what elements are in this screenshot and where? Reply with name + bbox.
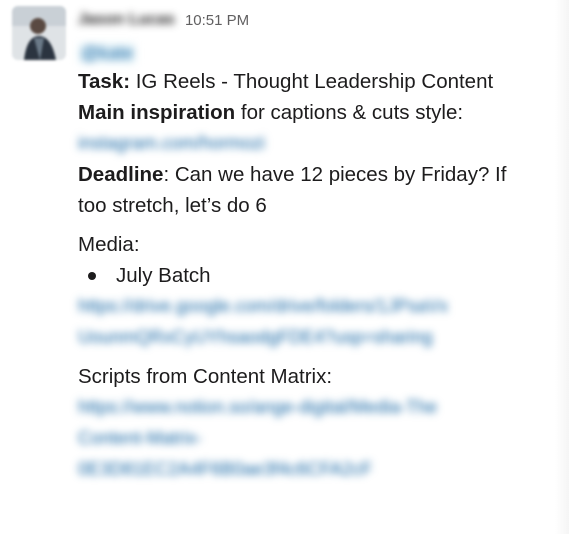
- scripts-link[interactable]: https://www.notion.so/ange-digital/Media…: [78, 392, 558, 423]
- deadline-line-2: too stretch, let’s do 6: [78, 194, 267, 217]
- media-label: Media:: [78, 233, 140, 256]
- mention-row: @kate: [78, 40, 558, 66]
- sender-name[interactable]: Jason Lucas: [78, 11, 175, 29]
- message-content: Jason Lucas 10:51 PM @kate Task: IG Reel…: [78, 8, 558, 485]
- scripts-label: Scripts from Content Matrix:: [78, 365, 333, 388]
- message-header: Jason Lucas 10:51 PM: [78, 8, 558, 32]
- inspiration-link[interactable]: instagram.com/hormozi: [78, 128, 558, 159]
- task-label: Task:: [78, 70, 131, 93]
- inspiration-value: for captions & cuts style:: [240, 101, 464, 124]
- timestamp[interactable]: 10:51 PM: [185, 12, 249, 29]
- inspiration-label: Main inspiration: [78, 101, 236, 124]
- list-item: July Batch: [78, 260, 558, 291]
- inspiration-line: Main inspiration for captions & cuts sty…: [78, 97, 558, 128]
- deadline-line: Deadline: Can we have 12 pieces by Frida…: [78, 159, 558, 190]
- media-item-label: July Batch: [116, 264, 211, 287]
- scripts-link-cont[interactable]: Content-Matrix-: [78, 423, 558, 454]
- media-link-cont[interactable]: UounmQRxCyUYhsaodgFDE4?usp=sharing: [78, 322, 558, 353]
- user-mention[interactable]: @kate: [78, 42, 137, 64]
- message: Jason Lucas 10:51 PM @kate Task: IG Reel…: [0, 0, 569, 534]
- task-line: Task: IG Reels - Thought Leadership Cont…: [78, 66, 558, 97]
- deadline-label: Deadline: [78, 163, 164, 186]
- deadline-text-1: : Can we have 12 pieces by Friday? If: [163, 163, 507, 186]
- task-value: IG Reels - Thought Leadership Content: [135, 70, 494, 93]
- scripts-link-cont-2[interactable]: 0E3D81EC2A4F6B0ae3f4c6CFA2cF: [78, 454, 558, 485]
- avatar-image: [12, 6, 66, 60]
- bullet-icon: [88, 271, 96, 280]
- scroll-edge: [555, 0, 569, 534]
- avatar[interactable]: [12, 6, 66, 60]
- media-link[interactable]: https://drive.google.com/drive/folders/1…: [78, 291, 558, 322]
